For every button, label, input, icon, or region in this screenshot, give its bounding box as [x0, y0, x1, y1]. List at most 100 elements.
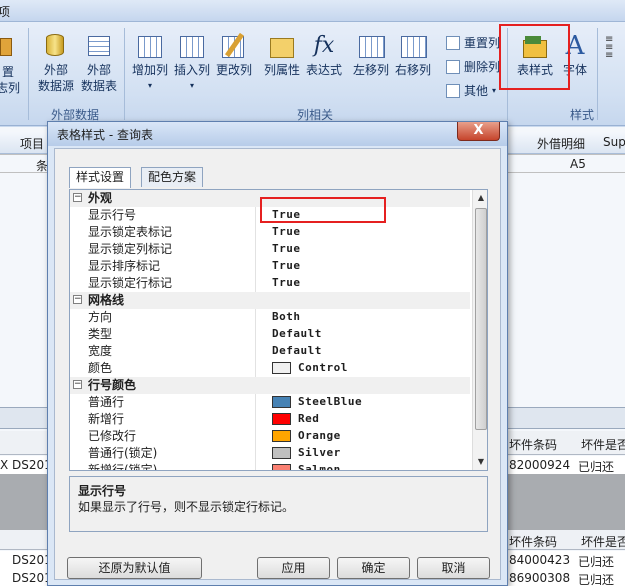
column-properties-icon — [268, 32, 296, 60]
property-category[interactable]: − 网格线 — [70, 292, 470, 309]
collapse-icon[interactable]: − — [73, 380, 82, 389]
grid-icon — [446, 83, 460, 98]
property-label: 显示锁定表标记 — [88, 225, 173, 239]
bg-header-badstatus: 坏件是否 — [581, 438, 625, 452]
property-value[interactable]: Orange — [298, 428, 341, 444]
property-row[interactable]: 普通行(锁定) Silver — [70, 445, 470, 462]
property-value[interactable]: True — [272, 258, 301, 274]
property-value[interactable]: True — [272, 224, 301, 240]
property-row[interactable]: 新增行 Red — [70, 411, 470, 428]
column-properties-button[interactable]: 列属性 — [262, 32, 302, 78]
align-icon[interactable]: ≡ ≡ ≡ — [605, 35, 619, 61]
collapse-icon[interactable]: − — [73, 295, 82, 304]
description-title: 显示行号 — [78, 484, 127, 498]
color-swatch — [272, 396, 291, 408]
other-button[interactable]: 其他 ▾ — [446, 82, 496, 99]
edit-column-icon — [220, 32, 248, 60]
apply-button[interactable]: 应用 — [257, 557, 330, 579]
collapse-icon[interactable]: − — [73, 193, 82, 202]
property-row[interactable]: 颜色 Control — [70, 360, 470, 377]
property-value[interactable]: True — [272, 275, 301, 291]
color-swatch — [272, 430, 291, 442]
reset-column-button[interactable]: 重置列 — [446, 34, 500, 51]
color-swatch — [272, 362, 291, 374]
row-status: 已归还 — [578, 573, 615, 586]
bg-tab-project[interactable]: 项目 — [20, 135, 44, 152]
ribbon: 置 志列 外部 数据源 外部 数据表 外部数据 增加列 ▾ 插入列 ▾ 更改列 … — [0, 22, 625, 126]
reset-column-label: 重置列 — [464, 36, 501, 50]
property-label: 宽度 — [88, 344, 113, 358]
property-grid-scrollbar[interactable]: ▲ ▼ — [472, 190, 487, 470]
external-data-table-button[interactable]: 外部 数据表 — [79, 32, 119, 94]
settings-icon — [0, 34, 16, 62]
database-icon — [42, 32, 70, 60]
row-number: 82000924 — [509, 458, 571, 472]
property-value[interactable]: Default — [272, 326, 322, 342]
cancel-button[interactable]: 取消 — [417, 557, 490, 579]
tab-style-settings[interactable]: 样式设置 — [69, 167, 132, 188]
chevron-down-icon: ▾ — [147, 81, 152, 90]
move-left-button[interactable]: 左移列 — [351, 32, 391, 78]
property-value[interactable]: Silver — [298, 445, 341, 461]
property-description: 显示行号 如果显示了行号，则不显示锁定行标记。 — [69, 476, 488, 532]
property-category[interactable]: − 行号颜色 — [70, 377, 470, 394]
property-value[interactable]: Control — [298, 360, 348, 376]
window-title-bar: 项 — [0, 0, 625, 22]
property-row[interactable]: 显示锁定行标记 True — [70, 275, 470, 292]
property-value[interactable]: True — [272, 241, 301, 257]
external-data-source-button[interactable]: 外部 数据源 — [34, 32, 78, 94]
ribbon-separator — [597, 28, 598, 120]
ribbon-left-button[interactable]: 置 志列 — [0, 34, 20, 96]
move-right-label: 右移列 — [394, 63, 431, 77]
function-icon: fx — [313, 33, 335, 58]
property-row[interactable]: 新增行(锁定) Salmon — [70, 462, 470, 471]
property-label: 新增行(锁定) — [88, 463, 158, 471]
highlight-box-show-row-number — [260, 197, 386, 223]
close-icon[interactable]: X — [457, 122, 500, 141]
dialog-title-bar[interactable]: 表格样式 - 查询表 X — [48, 122, 507, 146]
color-swatch — [272, 447, 291, 459]
chevron-down-icon: ▾ — [189, 81, 194, 90]
property-row[interactable]: 宽度 Default — [70, 343, 470, 360]
delete-column-button[interactable]: 删除列 — [446, 58, 500, 75]
property-row[interactable]: 类型 Default — [70, 326, 470, 343]
property-label: 显示行号 — [88, 208, 137, 222]
column-properties-label: 列属性 — [263, 63, 300, 77]
row-number: 84000423 — [509, 553, 571, 567]
reset-icon — [446, 35, 460, 50]
bg-tab-loan-detail[interactable]: 外借明细 — [537, 135, 585, 152]
move-right-button[interactable]: 右移列 — [393, 32, 433, 78]
property-value[interactable]: Both — [272, 309, 301, 325]
property-value[interactable]: Red — [298, 411, 319, 427]
tab-color-scheme[interactable]: 配色方案 — [141, 167, 204, 187]
property-row[interactable]: 已修改行 Orange — [70, 428, 470, 445]
property-label: 方向 — [88, 310, 113, 324]
ok-button[interactable]: 确定 — [337, 557, 410, 579]
scroll-up-icon[interactable]: ▲ — [473, 190, 487, 206]
property-row[interactable]: 显示锁定列标记 True — [70, 241, 470, 258]
property-value[interactable]: Default — [272, 343, 322, 359]
ribbon-left-label-2: 志列 — [0, 81, 21, 95]
expression-button[interactable]: fx 表达式 — [304, 32, 344, 78]
property-row[interactable]: 方向 Both — [70, 309, 470, 326]
reset-defaults-button[interactable]: 还原为默认值 — [67, 557, 202, 579]
modify-column-button[interactable]: 更改列 — [214, 32, 254, 78]
property-row[interactable]: 普通行 SteelBlue — [70, 394, 470, 411]
row-status: 已归还 — [578, 555, 615, 569]
property-label: 显示锁定行标记 — [88, 276, 173, 290]
bg2-header-badstatus: 坏件是否 — [581, 535, 625, 549]
property-row[interactable]: 显示排序标记 True — [70, 258, 470, 275]
description-text: 如果显示了行号，则不显示锁定行标记。 — [78, 500, 295, 514]
insert-column-button[interactable]: 插入列 ▾ — [172, 32, 212, 94]
scroll-down-icon[interactable]: ▼ — [473, 454, 487, 470]
scrollbar-thumb[interactable] — [475, 208, 487, 430]
add-column-button[interactable]: 增加列 ▾ — [130, 32, 170, 94]
row-prefix: X — [0, 458, 9, 472]
insert-column-icon — [178, 32, 206, 60]
property-label: 颜色 — [88, 361, 113, 375]
bg-tab-supp[interactable]: Supp — [603, 135, 625, 149]
property-value[interactable]: Salmon — [298, 462, 341, 470]
insert-column-label: 插入列 — [173, 63, 210, 77]
property-row[interactable]: 显示锁定表标记 True — [70, 224, 470, 241]
property-value[interactable]: SteelBlue — [298, 394, 362, 410]
